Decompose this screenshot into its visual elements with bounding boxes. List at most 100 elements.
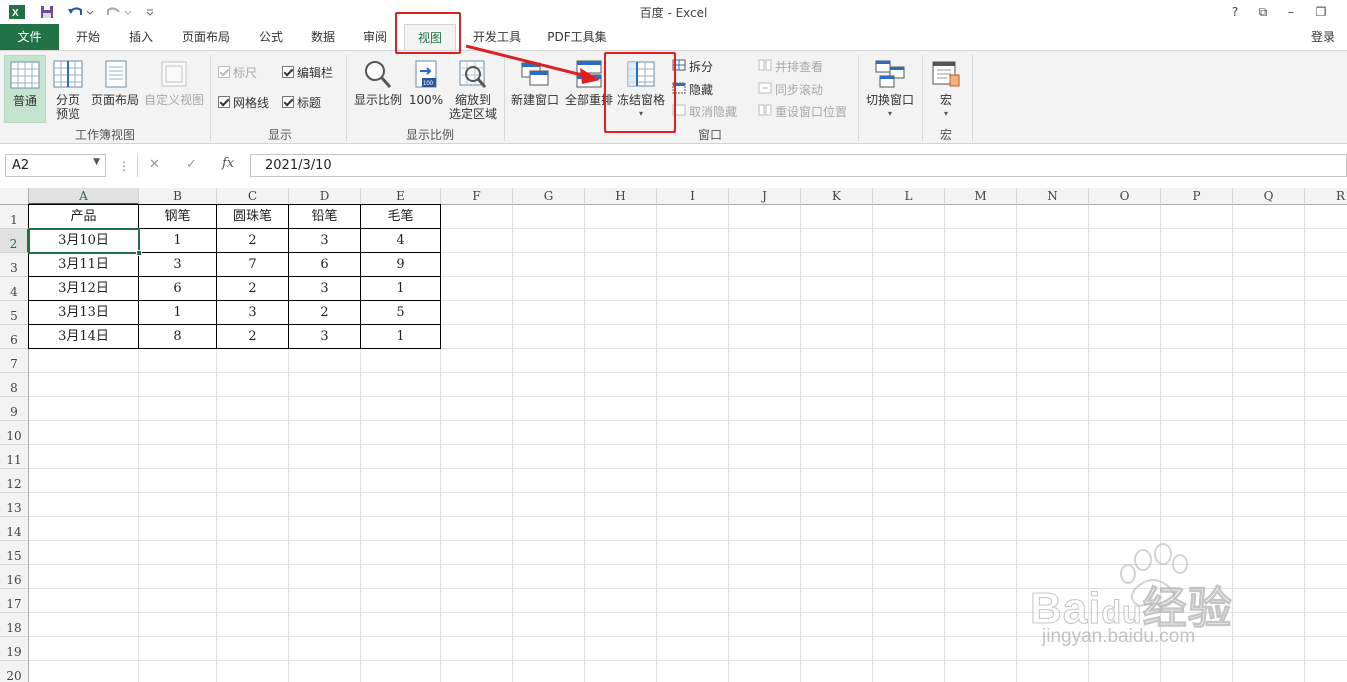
cell-a3[interactable]: 3月11日 <box>29 253 139 277</box>
cell-m14[interactable] <box>945 517 1017 541</box>
cell-j15[interactable] <box>729 541 801 565</box>
cell-a6[interactable]: 3月14日 <box>29 325 139 349</box>
cell-f17[interactable] <box>441 589 513 613</box>
cell-r20[interactable] <box>1305 661 1347 682</box>
cell-g3[interactable] <box>513 253 585 277</box>
row-header-7[interactable]: 7 <box>0 349 29 373</box>
column-header-c[interactable]: C <box>217 188 289 205</box>
column-header-f[interactable]: F <box>441 188 513 205</box>
cell-b3[interactable]: 3 <box>139 253 217 277</box>
formula-input[interactable]: 2021/3/10 <box>250 154 1347 177</box>
cell-i16[interactable] <box>657 565 729 589</box>
normal-view-button[interactable]: 普通 <box>4 55 46 123</box>
cell-r19[interactable] <box>1305 637 1347 661</box>
cell-g15[interactable] <box>513 541 585 565</box>
cell-k18[interactable] <box>801 613 873 637</box>
cell-d3[interactable]: 6 <box>289 253 361 277</box>
cell-n8[interactable] <box>1017 373 1089 397</box>
cell-c1[interactable]: 圆珠笔 <box>217 205 289 229</box>
cell-h15[interactable] <box>585 541 657 565</box>
cell-f2[interactable] <box>441 229 513 253</box>
cell-l17[interactable] <box>873 589 945 613</box>
cell-q20[interactable] <box>1233 661 1305 682</box>
cell-l6[interactable] <box>873 325 945 349</box>
cell-f8[interactable] <box>441 373 513 397</box>
cell-e15[interactable] <box>361 541 441 565</box>
cell-e2[interactable]: 4 <box>361 229 441 253</box>
cell-l9[interactable] <box>873 397 945 421</box>
cell-r4[interactable] <box>1305 277 1347 301</box>
cell-h2[interactable] <box>585 229 657 253</box>
cell-o6[interactable] <box>1089 325 1161 349</box>
cell-b2[interactable]: 1 <box>139 229 217 253</box>
cell-k5[interactable] <box>801 301 873 325</box>
cell-a19[interactable] <box>29 637 139 661</box>
cell-n9[interactable] <box>1017 397 1089 421</box>
gridlines-checkbox[interactable]: 网格线 <box>218 93 269 111</box>
row-header-5[interactable]: 5 <box>0 301 29 325</box>
column-header-h[interactable]: H <box>585 188 657 205</box>
cell-c18[interactable] <box>217 613 289 637</box>
cell-a8[interactable] <box>29 373 139 397</box>
cell-m4[interactable] <box>945 277 1017 301</box>
cell-h13[interactable] <box>585 493 657 517</box>
cell-j16[interactable] <box>729 565 801 589</box>
cell-e5[interactable]: 5 <box>361 301 441 325</box>
select-all-corner[interactable] <box>0 188 29 205</box>
cell-f5[interactable] <box>441 301 513 325</box>
enter-icon[interactable]: ✓ <box>186 157 197 172</box>
cell-a20[interactable] <box>29 661 139 682</box>
cell-j18[interactable] <box>729 613 801 637</box>
cell-k20[interactable] <box>801 661 873 682</box>
cell-r10[interactable] <box>1305 421 1347 445</box>
cell-d5[interactable]: 2 <box>289 301 361 325</box>
cell-a4[interactable]: 3月12日 <box>29 277 139 301</box>
cell-d18[interactable] <box>289 613 361 637</box>
cell-e20[interactable] <box>361 661 441 682</box>
cell-e4[interactable]: 1 <box>361 277 441 301</box>
cell-q8[interactable] <box>1233 373 1305 397</box>
column-header-a[interactable]: A <box>29 188 139 205</box>
cell-p1[interactable] <box>1161 205 1233 229</box>
cell-d15[interactable] <box>289 541 361 565</box>
help-button[interactable]: ? <box>1223 2 1247 22</box>
cell-b1[interactable]: 钢笔 <box>139 205 217 229</box>
cell-k13[interactable] <box>801 493 873 517</box>
cell-a15[interactable] <box>29 541 139 565</box>
cell-c10[interactable] <box>217 421 289 445</box>
cell-l13[interactable] <box>873 493 945 517</box>
cell-f18[interactable] <box>441 613 513 637</box>
cell-j14[interactable] <box>729 517 801 541</box>
tab-insert[interactable]: 插入 <box>116 24 166 50</box>
cell-a7[interactable] <box>29 349 139 373</box>
cell-c7[interactable] <box>217 349 289 373</box>
cell-b5[interactable]: 1 <box>139 301 217 325</box>
cell-j9[interactable] <box>729 397 801 421</box>
cell-o5[interactable] <box>1089 301 1161 325</box>
cell-o2[interactable] <box>1089 229 1161 253</box>
cell-e17[interactable] <box>361 589 441 613</box>
formula-bar-checkbox[interactable]: 编辑栏 <box>282 63 333 81</box>
row-header-15[interactable]: 15 <box>0 541 29 565</box>
cell-r2[interactable] <box>1305 229 1347 253</box>
cell-h10[interactable] <box>585 421 657 445</box>
zoom-100-button[interactable]: 100 100% <box>406 59 446 107</box>
macros-dropdown-icon[interactable]: ▾ <box>928 107 964 121</box>
cell-i15[interactable] <box>657 541 729 565</box>
cell-l8[interactable] <box>873 373 945 397</box>
cell-q9[interactable] <box>1233 397 1305 421</box>
cell-q14[interactable] <box>1233 517 1305 541</box>
cell-j20[interactable] <box>729 661 801 682</box>
cell-r3[interactable] <box>1305 253 1347 277</box>
cell-e18[interactable] <box>361 613 441 637</box>
cell-i19[interactable] <box>657 637 729 661</box>
split-button[interactable]: 拆分 <box>672 57 713 75</box>
cell-a11[interactable] <box>29 445 139 469</box>
tab-data[interactable]: 数据 <box>300 24 346 50</box>
cell-p11[interactable] <box>1161 445 1233 469</box>
cell-d20[interactable] <box>289 661 361 682</box>
page-layout-button[interactable]: 页面布局 <box>90 59 140 107</box>
name-box-dropdown-icon[interactable]: ▼ <box>93 157 100 167</box>
cell-b19[interactable] <box>139 637 217 661</box>
cell-h5[interactable] <box>585 301 657 325</box>
